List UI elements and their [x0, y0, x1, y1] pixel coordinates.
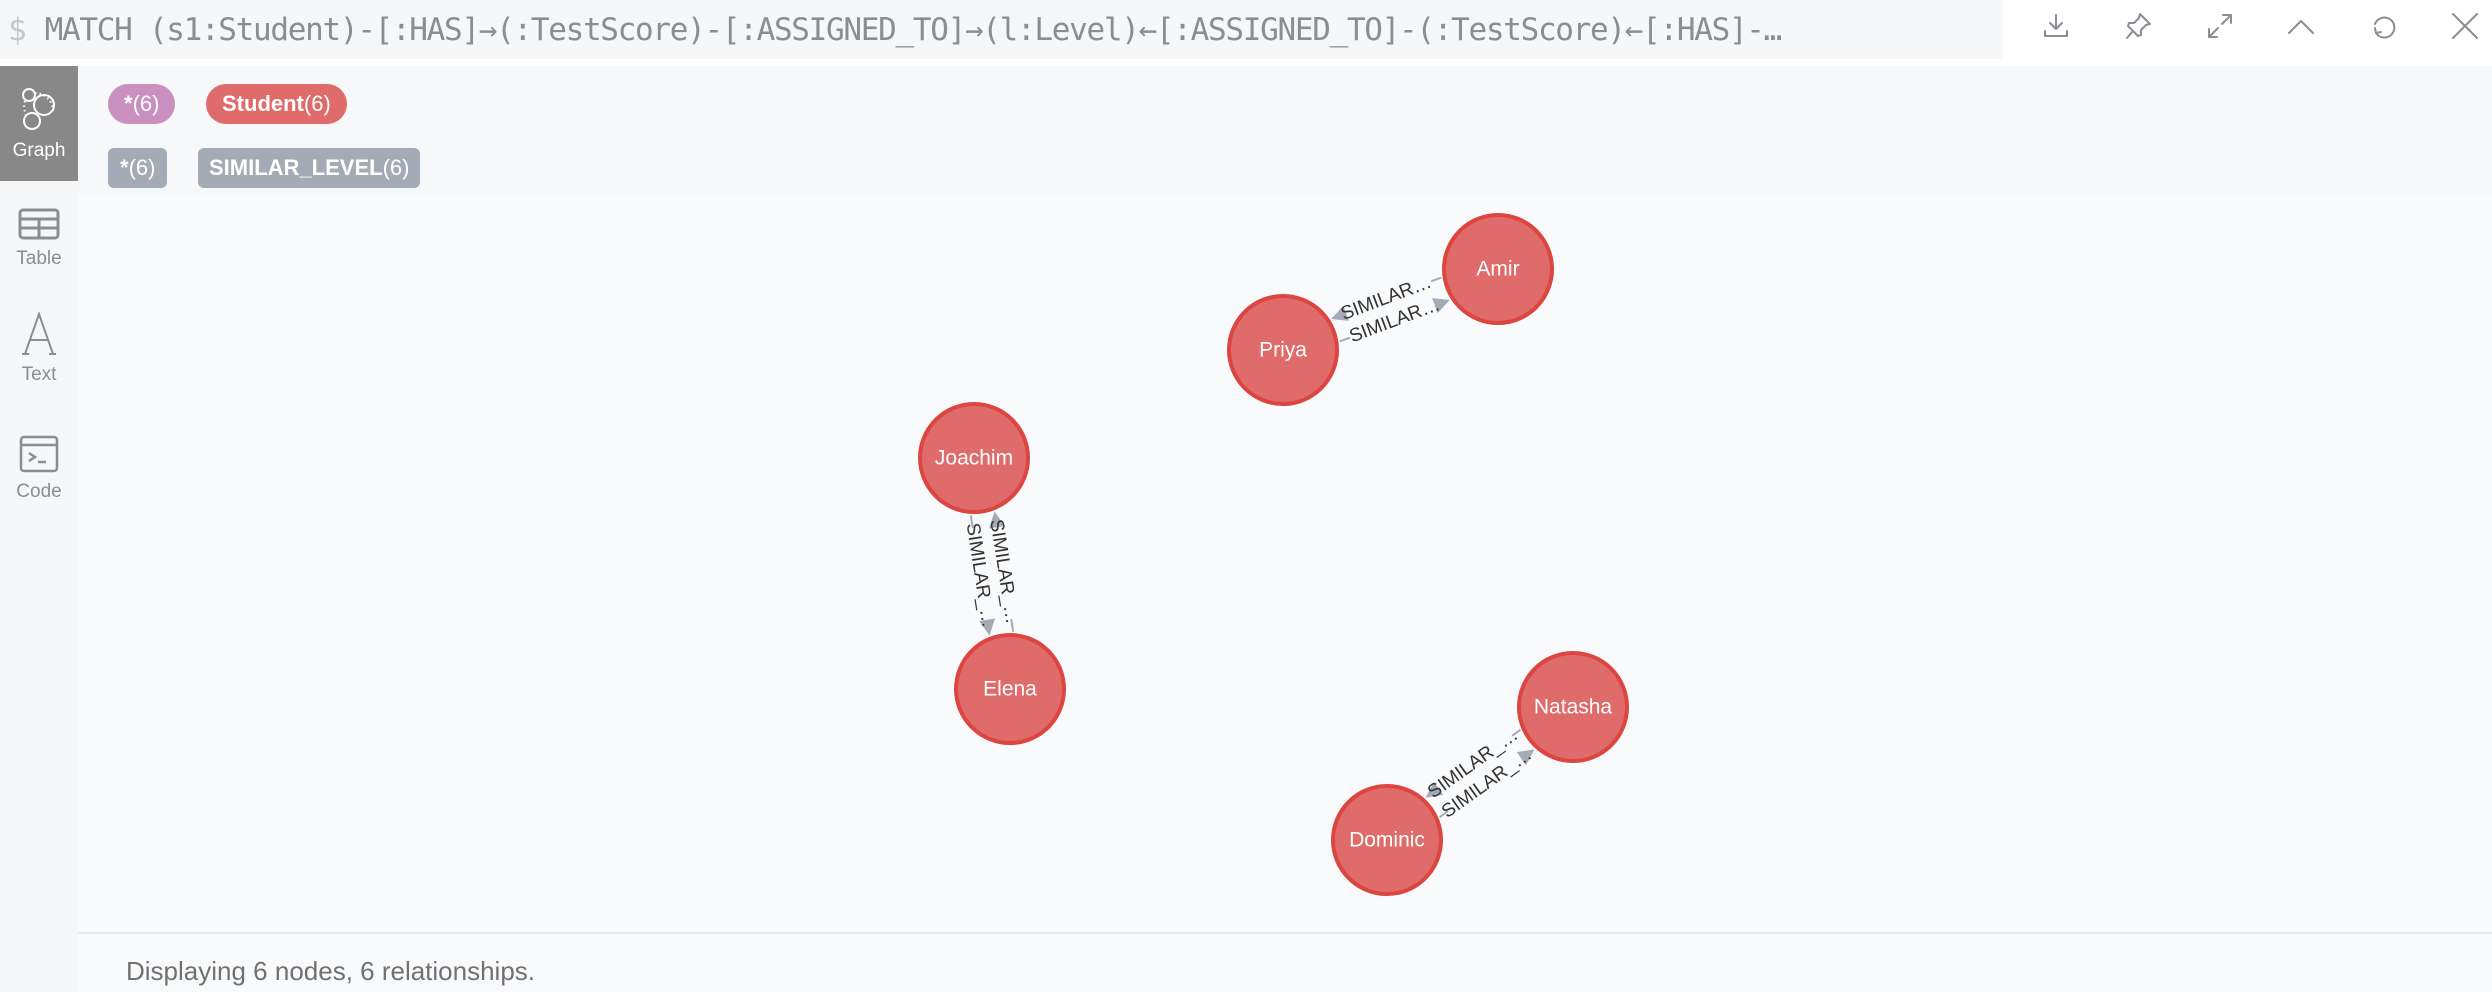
node-caption: Natasha — [1534, 696, 1613, 719]
legend-node-all[interactable]: * (6) — [108, 84, 176, 124]
fullscreen-button[interactable] — [2200, 6, 2240, 46]
node-joachim[interactable]: Joachim — [918, 402, 1030, 514]
legend-label-count: (6) — [303, 91, 331, 116]
table-icon — [18, 208, 60, 239]
prompt-symbol: $ — [8, 11, 27, 48]
export-button[interactable] — [2036, 6, 2076, 46]
legend-label-count: (6) — [132, 91, 160, 116]
node-amir[interactable]: Amir — [1442, 213, 1554, 325]
node-caption: Priya — [1259, 339, 1307, 362]
node-caption: Amir — [1476, 258, 1519, 281]
nodes: Amir Priya Joachim Elena Natasha Dominic — [918, 213, 1629, 896]
refresh-icon — [2374, 16, 2396, 39]
view-sidebar: Graph Table Text Code — [0, 66, 78, 992]
node-elena[interactable]: Elena — [954, 633, 1066, 745]
query-bar[interactable]: $ MATCH (s1:Student)-[:HAS]→(:TestScore)… — [0, 0, 2003, 59]
sidebar-item-label: Table — [16, 247, 62, 269]
legend-label-name: Student — [222, 91, 304, 116]
node-natasha[interactable]: Natasha — [1517, 651, 1629, 763]
legend-node-student[interactable]: Student (6) — [206, 84, 347, 124]
legend-rel-similar-level[interactable]: SIMILAR_LEVEL (6) — [198, 148, 421, 188]
node-dominic[interactable]: Dominic — [1331, 784, 1443, 896]
text-icon — [22, 311, 56, 355]
edge-line — [1339, 336, 1351, 343]
node-priya[interactable]: Priya — [1227, 294, 1339, 406]
sidebar-item-table[interactable]: Table — [0, 181, 78, 296]
legend-rel-name: SIMILAR_LEVEL — [209, 155, 383, 180]
status-text: Displaying 6 nodes, 6 relationships. — [126, 956, 536, 986]
collapse-button[interactable] — [2281, 6, 2321, 46]
code-icon — [19, 435, 59, 472]
sidebar-item-graph[interactable]: Graph — [0, 66, 78, 181]
download-icon — [2044, 14, 2068, 37]
close-button[interactable] — [2445, 6, 2485, 46]
sidebar-item-code[interactable]: Code — [0, 411, 78, 526]
status-bar: Displaying 6 nodes, 6 relationships. — [78, 934, 2492, 992]
legend-label-name: * — [124, 91, 133, 116]
close-icon — [2452, 13, 2478, 39]
graph-icon — [22, 87, 55, 130]
legend-rel-count: (6) — [382, 155, 410, 180]
query-text[interactable]: MATCH (s1:Student)-[:HAS]→(:TestScore)-[… — [45, 12, 1783, 48]
pin-button[interactable] — [2118, 6, 2158, 46]
node-caption: Joachim — [935, 447, 1013, 470]
node-caption: Elena — [983, 678, 1037, 701]
graph-legend: * (6) Student (6) * (6) SIMILAR_LEVEL (6) — [78, 66, 2492, 194]
edge-line — [1430, 276, 1442, 283]
legend-rel-all[interactable]: * (6) — [108, 148, 168, 188]
rerun-button[interactable] — [2364, 6, 2404, 46]
expand-icon — [2208, 14, 2232, 38]
node-caption: Dominic — [1349, 829, 1425, 852]
frame-actions — [2003, 0, 2492, 59]
pin-icon — [2126, 13, 2151, 39]
graph-canvas[interactable]: SIMILAR… SIMILAR… SIMILAR_… SIMILAR_… SIMILA… — [78, 194, 2492, 933]
graph-svg[interactable]: SIMILAR…SIMILAR…SIMILAR_…SIMILAR_…SIMILA… — [78, 194, 2492, 933]
sidebar-item-label: Graph — [12, 139, 66, 161]
sidebar-item-label: Code — [16, 480, 62, 502]
legend-rel-count: (6) — [128, 155, 156, 180]
chevron-up-icon — [2288, 20, 2314, 34]
sidebar-item-label: Text — [21, 363, 57, 385]
legend-rel-name: * — [120, 155, 129, 180]
sidebar-item-text[interactable]: Text — [0, 291, 78, 406]
